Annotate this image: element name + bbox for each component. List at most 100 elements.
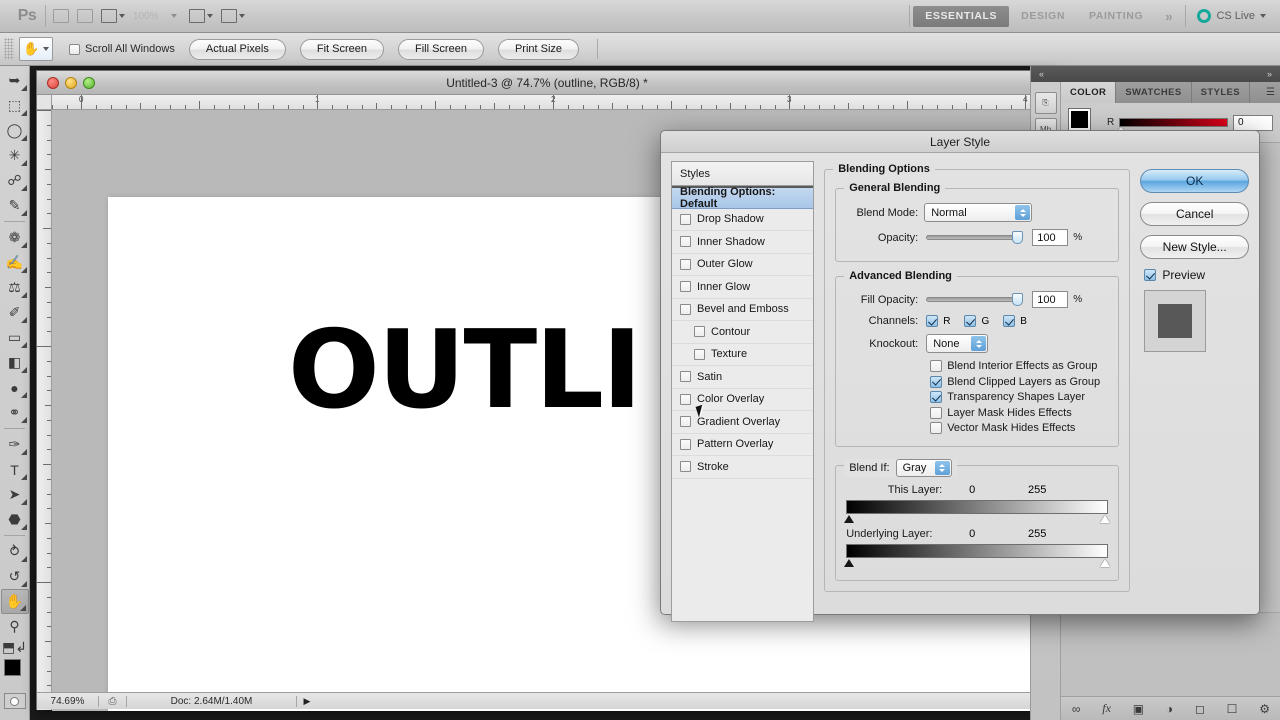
this-layer-black-stop[interactable]	[844, 514, 855, 523]
tool-type-tool[interactable]: T	[1, 457, 29, 482]
style-item-outer-glow[interactable]: Outer Glow	[672, 254, 814, 276]
ruler-corner[interactable]	[37, 95, 52, 110]
style-item-color-overlay[interactable]: Color Overlay	[672, 389, 814, 411]
scroll-all-windows-option[interactable]: Scroll All Windows	[69, 43, 175, 55]
channel-r-checkbox[interactable]	[926, 315, 939, 327]
foreground-color-swatch[interactable]	[4, 659, 21, 676]
style-item-drop-shadow[interactable]: Drop Shadow	[672, 209, 814, 231]
this-layer-gradient-slider[interactable]	[844, 499, 1111, 523]
tab-color[interactable]: COLOR	[1061, 82, 1117, 103]
tool-pen-tool[interactable]: ✑	[1, 432, 29, 457]
tool-gradient-tool[interactable]: ◧	[1, 350, 29, 375]
blend-mode-select[interactable]: Normal	[924, 203, 1033, 222]
tool-brush-tool[interactable]: ✍	[1, 250, 29, 275]
tool-hand-tool[interactable]: ✋	[0, 589, 29, 614]
gradient-overlay-checkbox[interactable]	[680, 416, 691, 428]
stepper-arrows-icon[interactable]	[971, 336, 987, 351]
workspace-tab-painting[interactable]: PAINTING	[1077, 6, 1155, 27]
tool-spot-healing-tool[interactable]: ❁	[1, 225, 29, 250]
inner-shadow-checkbox[interactable]	[680, 236, 691, 248]
stroke-checkbox[interactable]	[680, 461, 691, 473]
tool-shape-tool[interactable]: ⬣	[1, 507, 29, 532]
mini-bridge-icon[interactable]	[73, 4, 97, 28]
preview-option[interactable]: Preview	[1144, 268, 1249, 282]
blend-interior-effects-checkbox[interactable]	[930, 360, 943, 372]
this-layer-min[interactable]: 0	[942, 484, 1002, 496]
style-item-satin[interactable]: Satin	[672, 366, 814, 389]
style-item-inner-glow[interactable]: Inner Glow	[672, 276, 814, 299]
color-swatches[interactable]	[0, 659, 30, 691]
status-menu-arrow-icon[interactable]: ▶	[297, 696, 317, 707]
color-overlay-checkbox[interactable]	[680, 393, 691, 405]
layer-mask-hides-effects-option[interactable]: Layer Mask Hides Effects	[930, 406, 1110, 419]
adjustment-icon[interactable]: ◑	[1166, 702, 1173, 716]
workspace-tab-design[interactable]: DESIGN	[1009, 6, 1077, 27]
texture-checkbox[interactable]	[694, 348, 705, 360]
style-item-texture[interactable]: Texture	[672, 344, 814, 366]
scroll-all-windows-checkbox[interactable]	[69, 43, 80, 55]
underlying-layer-gradient-slider[interactable]	[844, 543, 1111, 567]
tool-move-tool[interactable]: ➥	[1, 68, 29, 93]
vector-mask-hides-effects-option[interactable]: Vector Mask Hides Effects	[930, 422, 1110, 434]
style-item-blending-options[interactable]: Blending Options: Default	[672, 186, 814, 210]
style-item-stroke[interactable]: Stroke	[672, 456, 814, 479]
ok-button[interactable]: OK	[1140, 169, 1249, 193]
tool-path-selection-tool[interactable]: ➤	[1, 482, 29, 507]
tool-preset-picker[interactable]: ✋	[19, 37, 53, 61]
outer-glow-checkbox[interactable]	[680, 258, 691, 270]
style-item-bevel-and-emboss[interactable]: Bevel and Emboss	[672, 299, 814, 321]
panel-menu-icon[interactable]: ☰	[1260, 82, 1280, 103]
opacity-slider[interactable]	[926, 231, 1024, 244]
history-panel-icon[interactable]: ⎘	[1034, 92, 1057, 114]
default-colors-icon[interactable]: ⬒↲	[1, 639, 29, 655]
blend-clipped-layers-checkbox[interactable]	[930, 375, 943, 388]
blend-if-channel-select[interactable]: Gray	[895, 458, 952, 477]
tool-3d-orbit-tool[interactable]: ↺	[1, 564, 29, 589]
style-item-pattern-overlay[interactable]: Pattern Overlay	[672, 434, 814, 456]
document-title-bar[interactable]: Untitled-3 @ 74.7% (outline, RGB/8) *	[37, 71, 1057, 95]
tool-eraser-tool[interactable]: ▭	[1, 325, 29, 350]
new-layer-icon[interactable]: ☐	[1227, 702, 1238, 716]
styles-header[interactable]: Styles	[671, 161, 815, 185]
cancel-button[interactable]: Cancel	[1140, 202, 1249, 226]
tool-crop-tool[interactable]: ☍	[1, 168, 29, 193]
style-item-gradient-overlay[interactable]: Gradient Overlay	[672, 411, 814, 434]
tab-styles[interactable]: STYLES	[1192, 82, 1251, 103]
tool-clone-stamp-tool[interactable]: ⚖	[1, 275, 29, 300]
canvas-text-layer[interactable]: OUTLI	[288, 317, 642, 425]
add-mask-icon[interactable]: ▣	[1133, 702, 1144, 716]
color-panel-foreground-swatch[interactable]	[1068, 107, 1091, 131]
tool-eyedropper-tool[interactable]: ✎	[1, 193, 29, 218]
collapse-right-icon[interactable]: »	[1267, 69, 1272, 79]
tool-zoom-tool[interactable]: ⚲	[1, 614, 29, 639]
layer-mask-hides-effects-checkbox[interactable]	[930, 406, 943, 419]
zoom-level-caret-icon[interactable]	[163, 4, 185, 28]
blend-interior-effects-option[interactable]: Blend Interior Effects as Group	[930, 360, 1110, 372]
transparency-shapes-layer-checkbox[interactable]	[930, 391, 943, 403]
workspace-more-icon[interactable]: »	[1155, 9, 1182, 24]
knockout-select[interactable]: None	[926, 334, 989, 353]
fill-opacity-slider-thumb[interactable]	[1012, 293, 1024, 306]
fill-opacity-slider[interactable]	[926, 293, 1024, 306]
this-layer-max[interactable]: 255	[1002, 484, 1072, 496]
channel-g[interactable]: G	[964, 315, 989, 327]
transparency-shapes-layer-option[interactable]: Transparency Shapes Layer	[930, 391, 1110, 403]
blend-clipped-layers-option[interactable]: Blend Clipped Layers as Group	[930, 375, 1110, 388]
contour-checkbox[interactable]	[694, 326, 705, 338]
tool-blur-tool[interactable]: ●	[1, 375, 29, 400]
cs-live-button[interactable]: CS Live	[1189, 9, 1280, 23]
underlying-layer-min[interactable]: 0	[942, 528, 1002, 540]
new-style-button[interactable]: New Style...	[1140, 235, 1249, 259]
preview-checkbox[interactable]	[1144, 269, 1157, 281]
fill-opacity-value-input[interactable]: 100	[1032, 291, 1069, 308]
tool-lasso-tool[interactable]: ◯	[1, 118, 29, 143]
tab-swatches[interactable]: SWATCHES	[1116, 82, 1192, 103]
channel-r[interactable]: R	[926, 315, 950, 327]
options-bar-grip[interactable]	[4, 38, 14, 60]
tool-marquee-tool[interactable]: ⬚	[1, 93, 29, 118]
fit-screen-button[interactable]: Fit Screen	[299, 38, 384, 60]
bridge-icon[interactable]	[49, 4, 73, 28]
stepper-arrows-icon[interactable]	[1015, 205, 1031, 220]
arrange-documents-icon[interactable]	[185, 4, 217, 28]
tool-dodge-tool[interactable]: ⚭	[1, 400, 29, 425]
